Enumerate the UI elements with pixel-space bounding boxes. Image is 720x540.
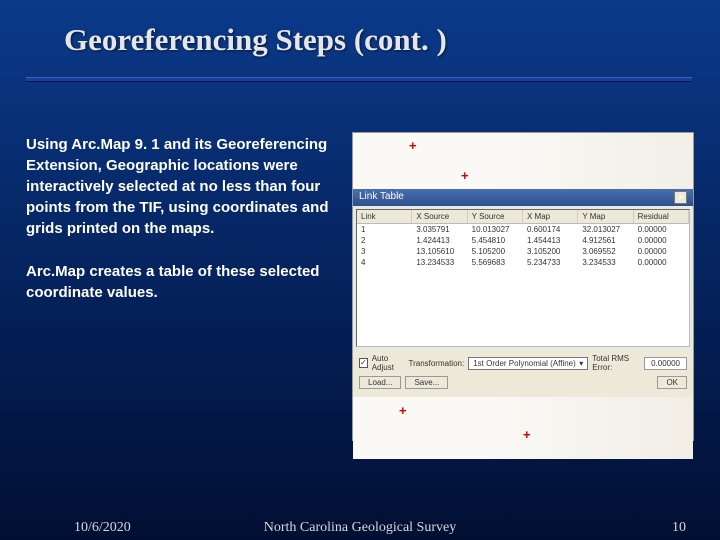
footer-org: North Carolina Geological Survey [0, 520, 720, 536]
transformation-label: Transformation: [408, 359, 464, 368]
col-xmap: X Map [523, 210, 578, 223]
col-link: Link [357, 210, 412, 223]
table-row[interactable]: 3 13.105610 5.105200 3.105200 3.069552 0… [357, 246, 689, 257]
paragraph-2: Arc.Map creates a table of these selecte… [26, 261, 346, 303]
link-table-title: Link Table [359, 191, 404, 204]
cell: 5.454810 [468, 235, 523, 246]
transformation-select[interactable]: 1st Order Polynomial (Affine) ▾ [468, 357, 588, 370]
col-xsource: X Source [412, 210, 467, 223]
cell: 4 [357, 257, 412, 268]
table-row[interactable]: 1 3.035791 10.013027 0.600174 32.013027 … [357, 224, 689, 235]
cell: 3.069552 [578, 246, 633, 257]
cell: 0.00000 [634, 224, 689, 235]
checkbox-icon[interactable]: ✓ [359, 358, 368, 368]
cell: 10.013027 [468, 224, 523, 235]
close-icon[interactable]: × [674, 191, 687, 204]
table-header-row: Link X Source Y Source X Map Y Map Resid… [357, 210, 689, 224]
link-table-titlebar: Link Table × [353, 189, 693, 206]
col-residual: Residual [634, 210, 689, 223]
cell: 0.00000 [634, 246, 689, 257]
cell: 5.105200 [468, 246, 523, 257]
cell: 13.105610 [412, 246, 467, 257]
col-ymap: Y Map [578, 210, 633, 223]
save-button[interactable]: Save... [405, 376, 448, 389]
cell: 1 [357, 224, 412, 235]
cell: 1.424413 [412, 235, 467, 246]
table-row[interactable]: 4 13.234533 5.569683 5.234733 3.234533 0… [357, 257, 689, 268]
title-underline [26, 77, 692, 82]
cell: 0.00000 [634, 257, 689, 268]
load-button[interactable]: Load... [359, 376, 401, 389]
cell: 3.035791 [412, 224, 467, 235]
control-point-marker: + [409, 138, 417, 153]
link-table-controls: ✓ Auto Adjust Transformation: 1st Order … [353, 350, 693, 397]
rms-label: Total RMS Error: [592, 354, 640, 372]
cell: 32.013027 [578, 224, 633, 235]
link-table-body: Link X Source Y Source X Map Y Map Resid… [356, 209, 690, 347]
control-point-marker: + [523, 427, 531, 442]
cell: 3.105200 [523, 246, 578, 257]
auto-adjust-label: Auto Adjust [372, 354, 405, 372]
control-point-marker: + [399, 403, 407, 418]
map-upper-panel: + + [353, 133, 693, 189]
footer-page-number: 10 [672, 520, 686, 536]
body-text: Using Arc.Map 9. 1 and its Georeferencin… [26, 134, 346, 325]
cell: 1.454413 [523, 235, 578, 246]
col-ysource: Y Source [468, 210, 523, 223]
cell: 0.600174 [523, 224, 578, 235]
cell: 4.912561 [578, 235, 633, 246]
ok-button[interactable]: OK [657, 376, 687, 389]
rms-value: 0.00000 [644, 357, 687, 370]
cell: 3.234533 [578, 257, 633, 268]
cell: 3 [357, 246, 412, 257]
cell: 2 [357, 235, 412, 246]
cell: 0.00000 [634, 235, 689, 246]
arcmap-screenshot: + + Link Table × Link X Source Y Source … [352, 132, 694, 441]
slide-title: Georeferencing Steps (cont. ) [64, 22, 720, 58]
cell: 5.569683 [468, 257, 523, 268]
cell: 13.234533 [412, 257, 467, 268]
map-lower-panel: + + [353, 397, 693, 459]
paragraph-1: Using Arc.Map 9. 1 and its Georeferencin… [26, 134, 346, 239]
cell: 5.234733 [523, 257, 578, 268]
control-point-marker: + [461, 168, 469, 183]
transformation-value: 1st Order Polynomial (Affine) [473, 359, 576, 368]
chevron-down-icon: ▾ [579, 359, 583, 368]
table-row[interactable]: 2 1.424413 5.454810 1.454413 4.912561 0.… [357, 235, 689, 246]
